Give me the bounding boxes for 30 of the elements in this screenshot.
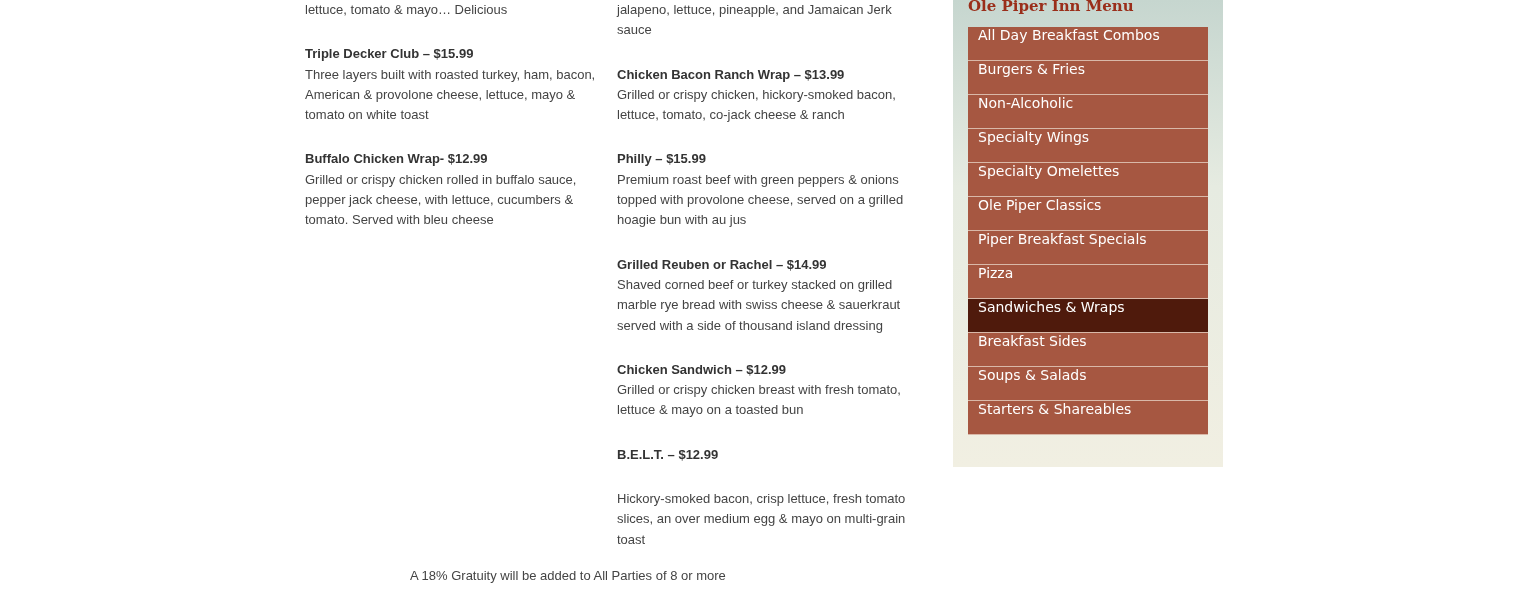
sidebar-title: Ole Piper Inn Menu	[968, 0, 1135, 17]
menu-item-title: Triple Decker Club – $15.99	[305, 45, 475, 64]
menu-item-title: Chicken Bacon Ranch Wrap – $13.99	[617, 65, 846, 84]
menu-category-link[interactable]: Non-Alcoholic	[968, 95, 1208, 129]
menu-item-title: Philly – $15.99	[617, 150, 707, 169]
menu-category-link[interactable]: All Day Breakfast Combos	[968, 27, 1208, 61]
menu-item-description: Grilled or crispy chicken rolled in buffalo sauce, pepper jack cheese, with lettuce, cucumbers & tomato. Served with bleu cheese	[305, 170, 578, 230]
menu-item-description: Grilled or crispy chicken, hickory-smoked bacon, lettuce, tomato, co-jack cheese & ranch	[617, 85, 897, 125]
menu-category-link[interactable]: Starters & Shareables	[968, 401, 1208, 435]
menu-item-description: lettuce, tomato & mayo… Delicious	[305, 1, 509, 19]
menu-item-title: Buffalo Chicken Wrap- $12.99	[305, 150, 489, 169]
gratuity-note: A 18% Gratuity will be added to All Parties of 8 or more	[410, 567, 727, 583]
menu-item-description: jalapeno, lettuce, pineapple, and Jamaican Jerk sauce	[617, 1, 893, 40]
menu-item-title: Chicken Sandwich – $12.99	[617, 360, 788, 379]
menu-item-description: Premium roast beef with green peppers & onions topped with provolone cheese, served on a grilled hoagie bun with au jus	[617, 170, 905, 230]
menu-item-description: Three layers built with roasted turkey, ham, bacon, American & provolone cheese, lettuce, mayo & tomato on white toast	[305, 65, 597, 125]
menu-category-link[interactable]: Specialty Omelettes	[968, 163, 1208, 197]
menu-item-title: B.E.L.T. – $12.99	[617, 445, 720, 464]
menu-item-title: Grilled Reuben or Rachel – $14.99	[617, 255, 828, 274]
menu-category-link[interactable]: Burgers & Fries	[968, 61, 1208, 95]
menu-category-link[interactable]: Pizza	[968, 265, 1208, 299]
menu-category-link[interactable]: Breakfast Sides	[968, 333, 1208, 367]
menu-category-link[interactable]: Soups & Salads	[968, 367, 1208, 401]
menu-item-description: Hickory-smoked bacon, crisp lettuce, fresh tomato slices, an over medium egg & mayo on multi-grain toast	[617, 490, 907, 549]
menu-category-link[interactable]: Specialty Wings	[968, 129, 1208, 163]
menu-item-description: Shaved corned beef or turkey stacked on grilled marble rye bread with swiss cheese & sauerkraut served with a side of thousand island dressing	[617, 275, 902, 335]
menu-item-description: Grilled or crispy chicken breast with fresh tomato, lettuce & mayo on a toasted bun	[617, 381, 902, 420]
menu-category-link[interactable]: Sandwiches & Wraps	[968, 299, 1208, 333]
menu-category-link[interactable]: Ole Piper Classics	[968, 197, 1208, 231]
menu-category-link[interactable]: Piper Breakfast Specials	[968, 231, 1208, 265]
